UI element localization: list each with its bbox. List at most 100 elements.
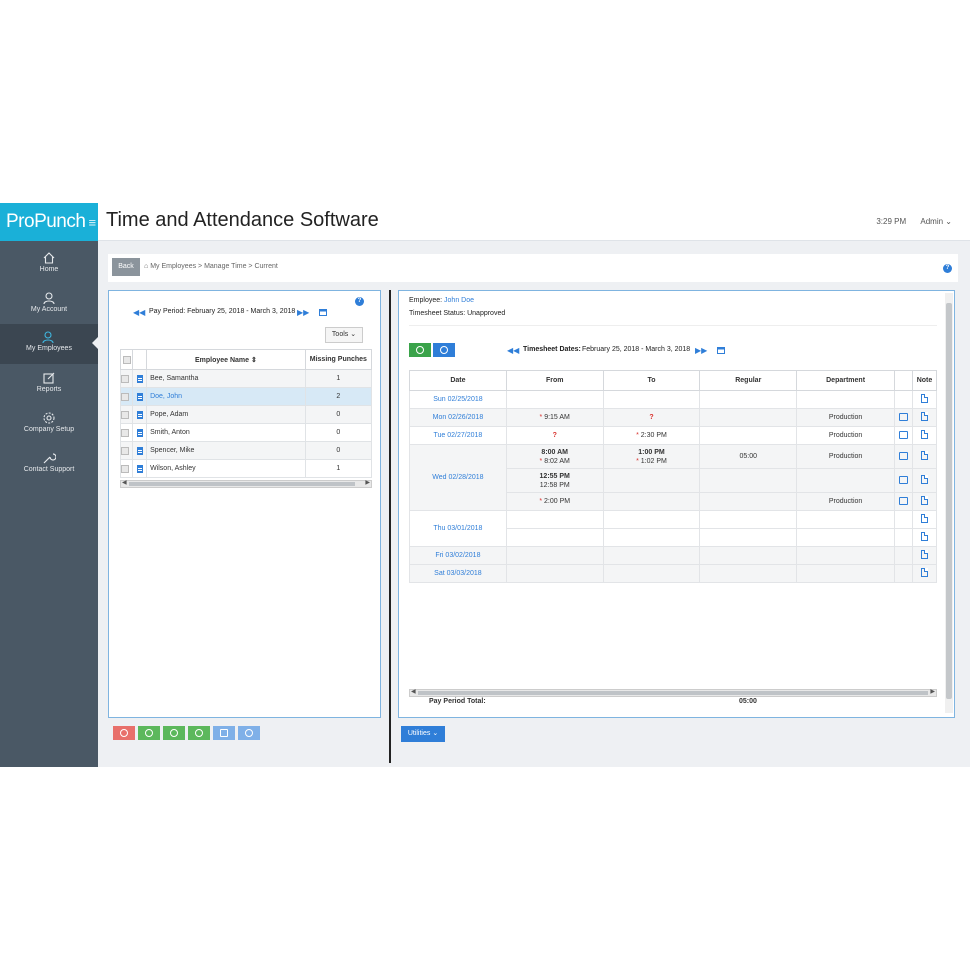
date-link[interactable]: Sat 03/03/2018 xyxy=(409,564,507,583)
to-cell[interactable]: 1:00 PM * 1:02 PM xyxy=(602,444,701,469)
sidebar-item-home[interactable]: Home xyxy=(0,245,98,283)
panel-divider[interactable] xyxy=(389,290,391,763)
date-link[interactable]: Sun 02/25/2018 xyxy=(409,390,507,409)
help-icon[interactable]: ? xyxy=(355,297,364,306)
row-checkbox[interactable] xyxy=(119,387,134,406)
tools-dropdown[interactable]: Tools ⌄ xyxy=(325,327,363,343)
table-row[interactable]: Pope, Adam 0 xyxy=(119,405,373,424)
employee-name[interactable]: Wilson, Ashley xyxy=(146,459,306,478)
vertical-scrollbar[interactable] xyxy=(945,293,953,713)
scroll-right-icon[interactable]: ▶ xyxy=(365,479,370,486)
date-link[interactable]: Fri 03/02/2018 xyxy=(409,546,507,565)
next-period-icon[interactable]: ▶▶ xyxy=(297,308,309,317)
from-cell[interactable]: * 9:15 AM xyxy=(505,408,604,427)
globe-button[interactable] xyxy=(433,343,455,357)
note-icon[interactable] xyxy=(911,564,938,583)
note-icon[interactable] xyxy=(911,468,938,493)
sidebar-item-my-employees[interactable]: My Employees xyxy=(0,324,98,364)
table-row[interactable]: Bee, Samantha 1 xyxy=(119,369,373,388)
menu-icon[interactable]: ≡ xyxy=(88,215,96,230)
note-icon[interactable] xyxy=(911,528,938,547)
missing-punches-header[interactable]: Missing Punches xyxy=(304,349,373,370)
edit-icon[interactable] xyxy=(894,426,913,445)
scroll-left-icon[interactable]: ◀ xyxy=(411,688,416,695)
sidebar-item-label: Reports xyxy=(36,386,62,393)
print-button[interactable] xyxy=(213,726,235,740)
timesheet-doc-icon[interactable] xyxy=(132,459,148,478)
row-checkbox[interactable] xyxy=(119,405,134,424)
table-row[interactable]: Smith, Anton 0 xyxy=(119,423,373,442)
timesheet-doc-icon[interactable] xyxy=(132,405,148,424)
reject-button[interactable] xyxy=(113,726,135,740)
next-dates-icon[interactable]: ▶▶ xyxy=(695,346,707,355)
calendar-icon[interactable] xyxy=(319,308,327,316)
employee-name[interactable]: Pope, Adam xyxy=(146,405,306,424)
date-link[interactable]: Wed 02/28/2018 xyxy=(409,444,507,511)
to-cell[interactable]: * 2:30 PM xyxy=(602,426,701,445)
edit-icon[interactable] xyxy=(894,444,913,469)
note-icon[interactable] xyxy=(911,546,938,565)
table-row[interactable]: Doe, John 2 xyxy=(119,387,373,406)
help-icon[interactable]: ? xyxy=(943,264,952,273)
row-checkbox[interactable] xyxy=(119,423,134,442)
sidebar-item-company-setup[interactable]: Company Setup xyxy=(0,405,98,443)
approve-timesheet-button[interactable] xyxy=(409,343,431,357)
sidebar-item-my-account[interactable]: My Account xyxy=(0,285,98,323)
calendar-icon[interactable] xyxy=(717,346,725,354)
scrollbar-thumb[interactable] xyxy=(946,303,952,699)
from-cell[interactable]: ? xyxy=(505,426,604,445)
edit-icon[interactable] xyxy=(894,408,913,427)
employee-name[interactable]: Doe, John xyxy=(146,387,306,406)
horizontal-scrollbar[interactable]: ◀ ▶ xyxy=(120,480,372,488)
scroll-right-icon[interactable]: ▶ xyxy=(930,688,935,695)
scroll-left-icon[interactable]: ◀ xyxy=(122,479,127,486)
scrollbar-thumb[interactable] xyxy=(418,691,928,695)
employee-name[interactable]: Spencer, Mike xyxy=(146,441,306,460)
edit-icon[interactable] xyxy=(894,468,913,493)
note-icon[interactable] xyxy=(911,408,938,427)
select-all-checkbox[interactable] xyxy=(119,349,134,370)
row-checkbox[interactable] xyxy=(119,369,134,388)
note-icon[interactable] xyxy=(911,510,938,529)
to-cell[interactable]: ? xyxy=(602,408,701,427)
timesheet-doc-icon[interactable] xyxy=(132,369,148,388)
edit-icon[interactable] xyxy=(894,492,913,511)
employee-name[interactable]: Smith, Anton xyxy=(146,423,306,442)
clock-button[interactable] xyxy=(138,726,160,740)
row-checkbox[interactable] xyxy=(119,459,134,478)
breadcrumb-path[interactable]: My Employees > Manage Time > Current xyxy=(150,263,278,270)
timesheet-doc-icon[interactable] xyxy=(132,423,148,442)
from-cell[interactable]: * 2:00 PM xyxy=(505,492,604,511)
sidebar-item-reports[interactable]: Reports xyxy=(0,365,98,403)
employee-link[interactable]: John Doe xyxy=(444,297,474,304)
date-link[interactable]: Mon 02/26/2018 xyxy=(409,408,507,427)
scrollbar-thumb[interactable] xyxy=(129,482,355,486)
forward-button[interactable] xyxy=(238,726,260,740)
breadcrumb: ⌂ My Employees > Manage Time > Current xyxy=(144,263,278,270)
prev-period-icon[interactable]: ◀◀ xyxy=(133,308,145,317)
note-icon[interactable] xyxy=(911,426,938,445)
user-menu[interactable]: Admin ⌄ xyxy=(920,217,952,226)
approve-button[interactable] xyxy=(188,726,210,740)
date-link[interactable]: Thu 03/01/2018 xyxy=(409,510,507,547)
employee-name-header[interactable]: Employee Name ⇕ xyxy=(146,349,306,370)
row-checkbox[interactable] xyxy=(119,441,134,460)
timesheet-doc-icon[interactable] xyxy=(132,387,148,406)
table-row[interactable]: Spencer, Mike 0 xyxy=(119,441,373,460)
note-icon[interactable] xyxy=(911,390,938,409)
refresh-button[interactable] xyxy=(163,726,185,740)
sidebar-item-contact-support[interactable]: Contact Support xyxy=(0,445,98,483)
table-row[interactable]: Wilson, Ashley 1 xyxy=(119,459,373,478)
timesheet-doc-icon[interactable] xyxy=(132,441,148,460)
from-cell[interactable]: 12:55 PM 12:58 PM xyxy=(505,468,604,493)
employee-name[interactable]: Bee, Samantha xyxy=(146,369,306,388)
note-icon[interactable] xyxy=(911,444,938,469)
logo[interactable]: ProPunch ≡ xyxy=(0,203,98,241)
prev-dates-icon[interactable]: ◀◀ xyxy=(507,346,519,355)
from-cell[interactable]: 8:00 AM * 8:02 AM xyxy=(505,444,604,469)
back-button[interactable]: Back xyxy=(112,258,140,276)
note-icon[interactable] xyxy=(911,492,938,511)
horizontal-scrollbar[interactable]: ◀ ▶ xyxy=(409,689,937,697)
date-link[interactable]: Tue 02/27/2018 xyxy=(409,426,507,445)
utilities-dropdown[interactable]: Utilities ⌄ xyxy=(401,726,445,742)
